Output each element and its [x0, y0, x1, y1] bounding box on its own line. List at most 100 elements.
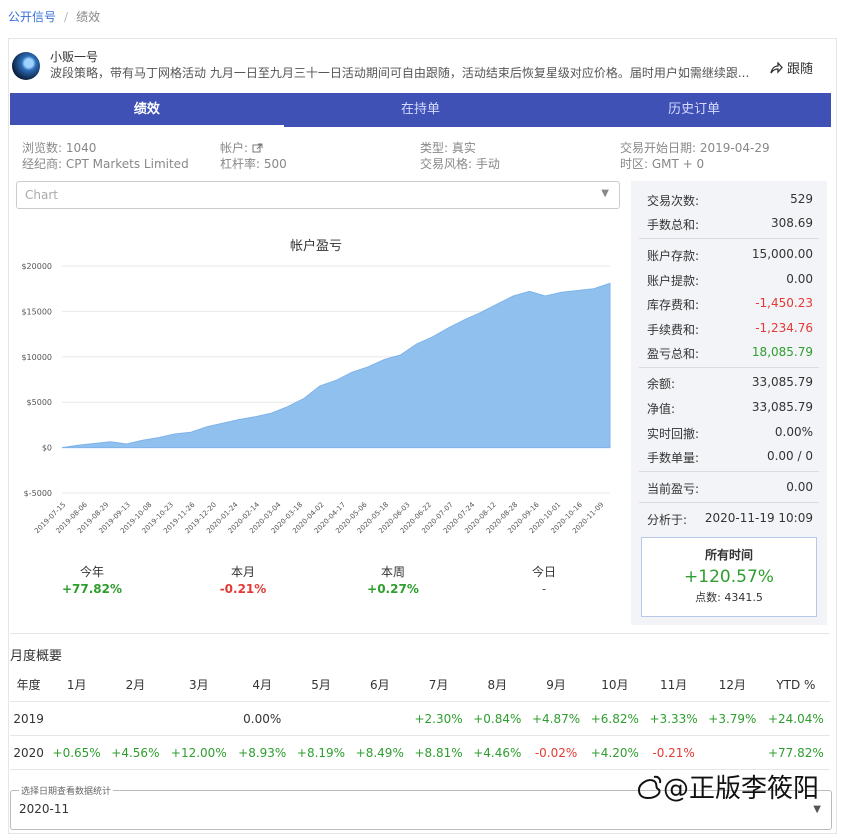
monthly-header-cell: 年度 [10, 668, 48, 702]
follow-button[interactable]: 跟随 [770, 58, 813, 77]
stat-row: 盈亏总和: 18,085.79 [647, 345, 813, 362]
stat-row: 净值: 33,085.79 [647, 400, 813, 417]
info-leverage: 杠杆率: 500 [220, 157, 287, 171]
monthly-value-cell: 0.00% [232, 701, 292, 736]
monthly-header-row: 年度 1月 2月 3月 4月 5月 6月 7月 8月 9月 10月 11月 12月 YTD % [10, 668, 830, 702]
monthly-value-cell: +24.04% [761, 701, 830, 736]
perf-value-year: +77.82% [61, 582, 123, 596]
monthly-value-cell: +4.46% [467, 735, 527, 770]
area-series [61, 282, 611, 449]
stat-value: 2020-11-19 10:09 [704, 511, 813, 525]
monthly-value-cell [702, 735, 762, 770]
stat-label: 当前盈亏: [647, 482, 700, 496]
monthly-value-cell: +8.81% [409, 735, 468, 770]
stat-label: 手续费和: [647, 323, 700, 337]
stat-label: 账户提款: [647, 274, 700, 288]
stat-label: 手数总和: [647, 218, 700, 232]
monthly-value-cell [291, 701, 351, 736]
tab-performance[interactable]: 绩效 [10, 93, 284, 127]
tab-order-history[interactable]: 历史订单 [557, 93, 831, 127]
monthly-value-cell: +8.19% [291, 735, 351, 770]
stat-label: 库存费和: [647, 298, 700, 312]
y-tick-label: $20000 [21, 262, 52, 271]
stat-row: 库存费和: -1,450.23 [647, 296, 813, 313]
divider [639, 471, 819, 472]
monthly-value-cell [164, 701, 233, 736]
stat-value: -1,450.23 [755, 296, 813, 310]
stat-value: 529 [790, 192, 813, 206]
monthly-year-cell: 2020 [10, 735, 48, 770]
all-time-value: +120.57% [684, 567, 774, 587]
monthly-value-cell: +4.56% [106, 735, 165, 770]
perf-label-year: 今年 [79, 565, 104, 579]
signal-description: 波段策略，带有马丁网格活动 九月一日至九月三十一日活动期间可自由跟随，活动结束后… [50, 66, 750, 80]
monthly-value-cell: +77.82% [761, 735, 830, 770]
monthly-header-cell: 3月 [164, 668, 233, 702]
stat-value: 33,085.79 [751, 375, 813, 389]
stat-row: 手数总和: 308.69 [647, 216, 813, 233]
stat-value: 18,085.79 [751, 345, 813, 359]
perf-value-today: - [541, 582, 547, 596]
monthly-value-cell: -0.21% [644, 735, 703, 770]
stat-value: 15,000.00 [751, 247, 813, 261]
monthly-value-cell [106, 701, 165, 736]
breadcrumb-separator: / [64, 10, 69, 24]
share-arrow-icon [770, 61, 783, 74]
avatar [12, 52, 40, 80]
monthly-year-cell: 2019 [10, 701, 48, 736]
monthly-header-cell: 5月 [291, 668, 351, 702]
y-tick-label: $-5000 [24, 489, 52, 498]
pnl-chart: 帐户盈亏$20000$15000$10000$5000$0$-50002019-… [21, 238, 611, 535]
stat-label: 手数单量: [647, 451, 700, 465]
stat-row: 实时回撤: 0.00% [647, 425, 813, 442]
chart-select-placeholder: Chart [25, 188, 58, 202]
watermark-text: @正版李筱阳 [663, 774, 820, 804]
stat-value: 0.00% [774, 425, 813, 439]
all-time-points: 点数: 4341.5 [695, 591, 763, 604]
table-row: 2019 0.00% +2.30% +0.84% +4.87% +6.82% +3.33% +… [10, 701, 830, 736]
follow-label: 跟随 [787, 62, 814, 77]
stat-row: 账户提款: 0.00 [647, 272, 813, 289]
breadcrumb-root-link[interactable]: 公开信号 [8, 10, 56, 24]
external-link-icon[interactable] [252, 143, 263, 153]
monthly-value-cell: +3.33% [644, 701, 703, 736]
monthly-value-cell: +8.93% [232, 735, 292, 770]
monthly-value-cell: +8.49% [350, 735, 410, 770]
monthly-value-cell: +0.65% [47, 735, 107, 770]
stat-row: 手数单量: 0.00 / 0 [647, 449, 813, 466]
breadcrumb: 公开信号 / 绩效 [8, 8, 100, 25]
stat-label: 账户存款: [647, 249, 700, 263]
monthly-header-cell: 8月 [467, 668, 527, 702]
tab-open-orders[interactable]: 在持单 [284, 93, 558, 127]
monthly-header-cell: 1月 [47, 668, 107, 702]
stat-row: 手续费和: -1,234.76 [647, 321, 813, 338]
perf-value-month: -0.21% [219, 582, 267, 596]
perf-label-week: 本周 [380, 565, 405, 579]
stat-label: 实时回撤: [647, 427, 700, 441]
perf-label-month: 本月 [230, 565, 255, 579]
perf-label-today: 今日 [531, 565, 556, 579]
monthly-header-cell: 10月 [585, 668, 645, 702]
weibo-logo-icon [637, 775, 662, 800]
info-account: 帐户: [220, 139, 263, 156]
monthly-header-cell: 9月 [526, 668, 586, 702]
all-time-title: 所有时间 [704, 548, 753, 562]
monthly-header-cell: 7月 [409, 668, 468, 702]
chart-type-select[interactable]: Chart ▼ [16, 181, 620, 209]
table-row: 2020 +0.65% +4.56% +12.00% +8.93% +8.19% +8.49… [10, 735, 830, 770]
monthly-value-cell: +12.00% [164, 735, 233, 770]
date-select-legend: 选择日期查看数据统计 [19, 784, 114, 797]
y-tick-label: $10000 [21, 353, 52, 362]
y-tick-label: $15000 [21, 307, 52, 316]
stat-value: 0.00 [786, 272, 813, 286]
monthly-header-cell: 6月 [350, 668, 410, 702]
info-broker: 经纪商: CPT Markets Limited [22, 157, 189, 171]
monthly-header-cell: 2月 [106, 668, 165, 702]
perf-value-week: +0.27% [367, 582, 419, 596]
monthly-header-cell: 4月 [232, 668, 292, 702]
date-select-value: 2020-11 [19, 802, 70, 816]
chevron-down-icon: ▼ [813, 804, 821, 815]
stat-row: 当前盈亏: 0.00 [647, 480, 813, 497]
stat-row: 余额: 33,085.79 [647, 375, 813, 392]
monthly-value-cell: +0.84% [467, 701, 527, 736]
